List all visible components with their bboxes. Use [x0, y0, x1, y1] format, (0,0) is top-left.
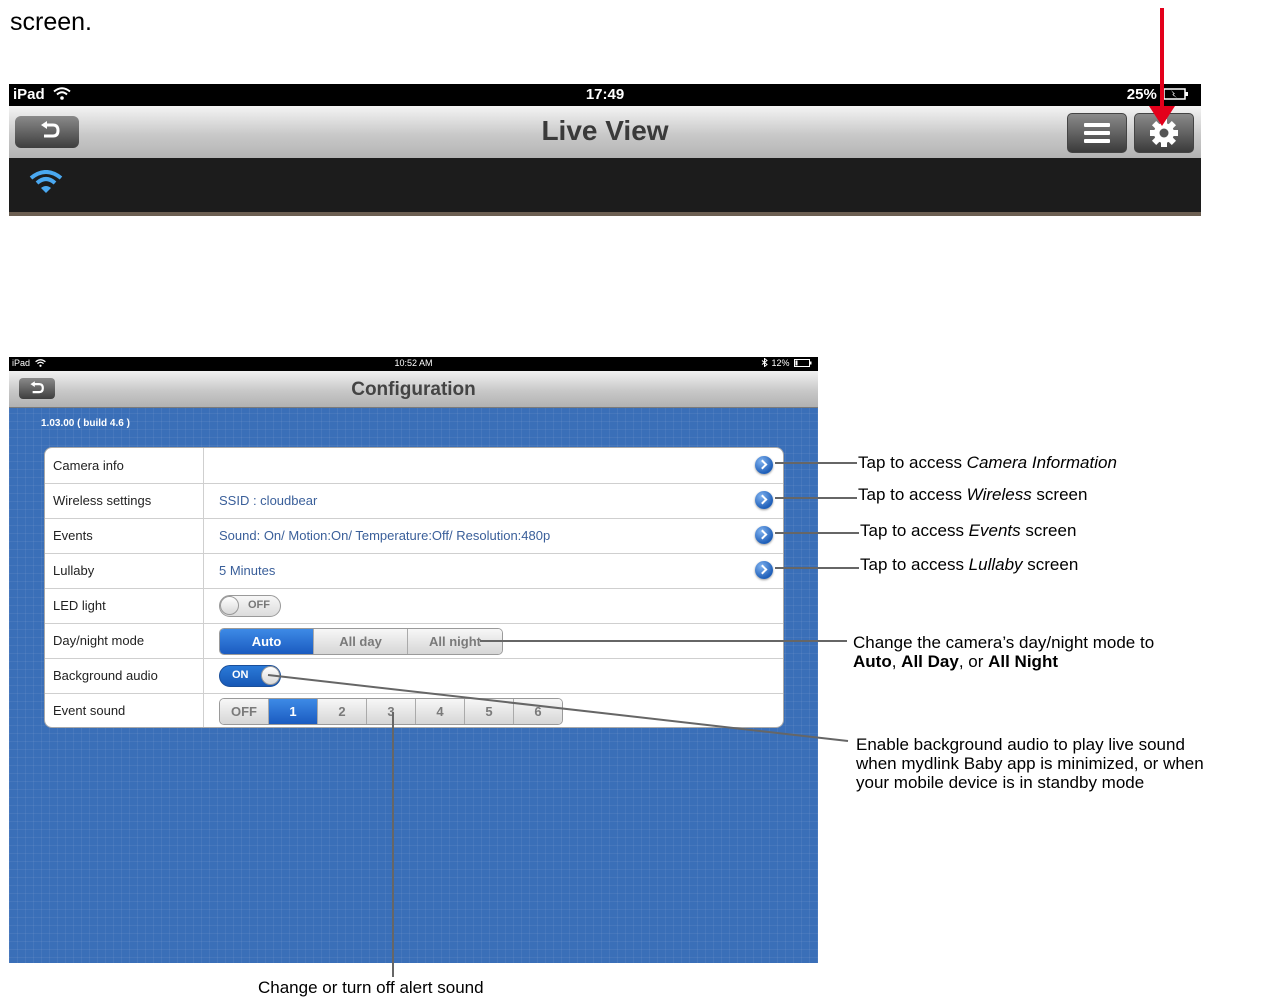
callout-lullaby: Tap to access Lullaby screen: [860, 555, 1079, 574]
callout-background-audio: Enable background audio to play live sou…: [856, 735, 1204, 792]
callout-events: Tap to access Events screen: [860, 521, 1077, 540]
callout-event-sound: Change or turn off alert sound: [258, 978, 484, 997]
callout-wireless: Tap to access Wireless screen: [858, 485, 1088, 504]
callout-camera-info: Tap to access Camera Information: [858, 453, 1117, 472]
callout-line-event-sound: [392, 712, 394, 977]
callout-day-night: Change the camera’s day/night mode to Au…: [853, 633, 1155, 671]
